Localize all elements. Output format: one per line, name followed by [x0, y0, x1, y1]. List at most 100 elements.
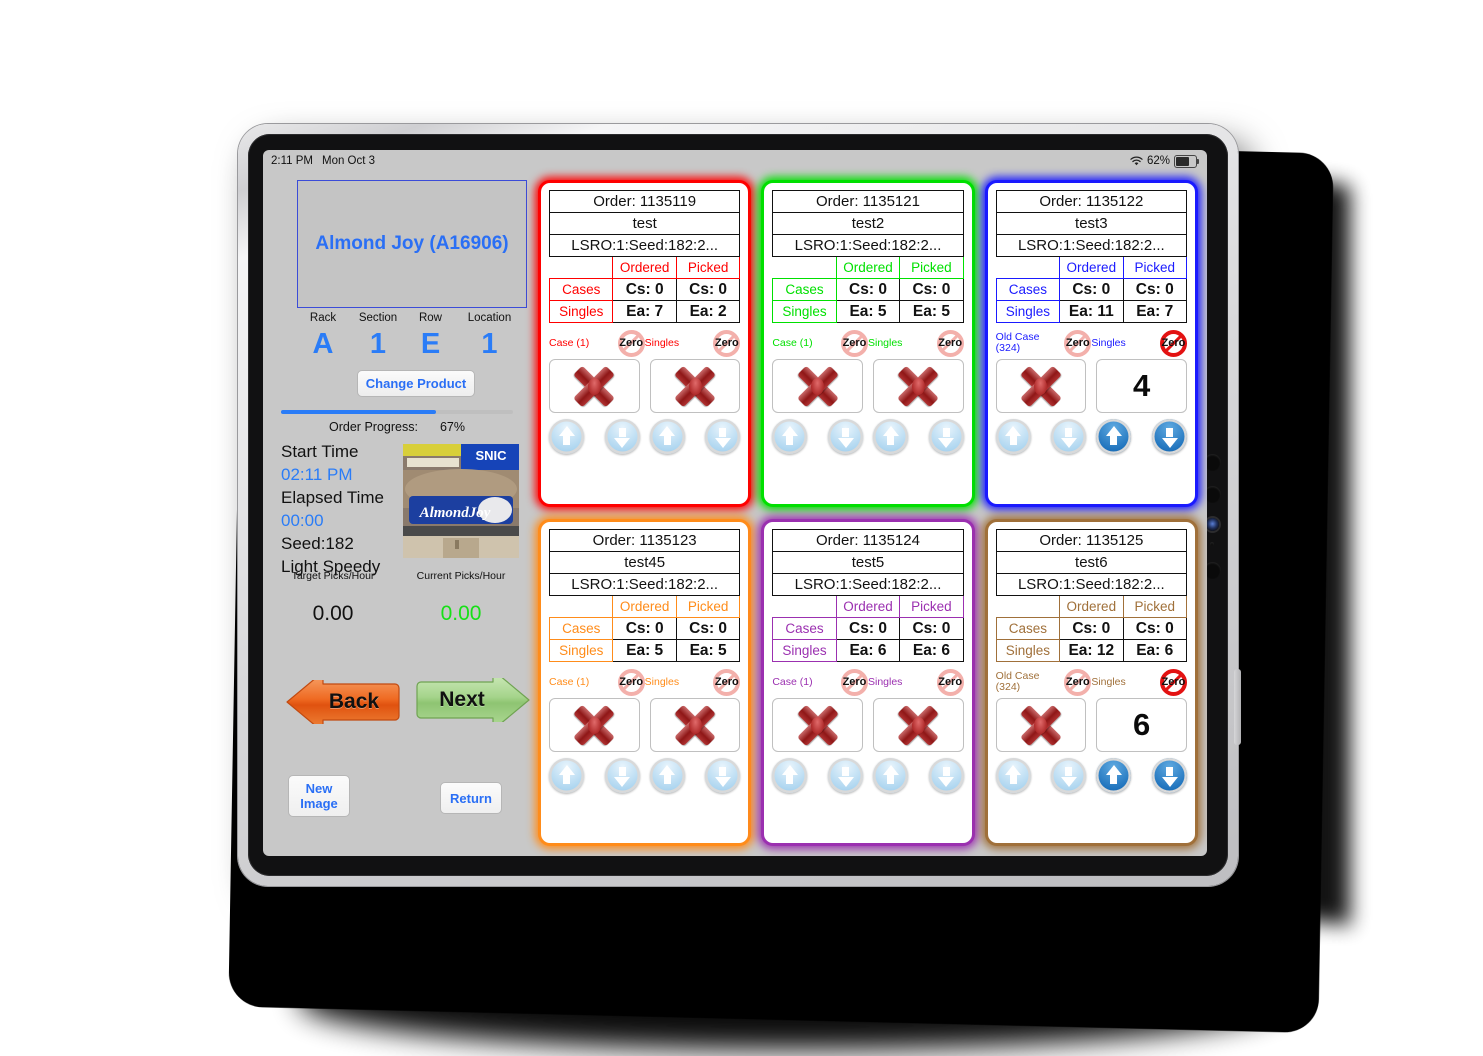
clear-x-icon	[1019, 704, 1063, 746]
row-label-singles: Singles	[995, 300, 1061, 323]
product-info-panel: Almond Joy (A16906) Rack Section Row Loc…	[263, 172, 531, 856]
stepper-down-button[interactable]	[828, 758, 863, 793]
stepper-down-button[interactable]	[604, 419, 640, 454]
stepper-up-button[interactable]	[649, 419, 685, 454]
case-quantity-box[interactable]	[549, 359, 640, 413]
header-ordered: Ordered	[1059, 595, 1124, 618]
location-values: A 1 E 1	[297, 328, 525, 361]
singles-zero-button[interactable]: Zero	[1159, 668, 1187, 696]
back-button[interactable]: Back	[283, 680, 403, 724]
wifi-icon	[1130, 156, 1143, 166]
singles-quantity-box[interactable]	[873, 359, 964, 413]
battery-percent: 62%	[1146, 155, 1170, 167]
case-zero-button[interactable]: Zero	[617, 329, 645, 357]
stepper-up-button[interactable]	[995, 758, 1031, 793]
stepper-down-button[interactable]	[1051, 419, 1087, 454]
singles-picked-value: Ea: 5	[675, 639, 741, 662]
next-button[interactable]: Next	[415, 678, 533, 722]
case-steppers	[772, 419, 863, 454]
singles-zero-button[interactable]: Zero	[713, 668, 741, 696]
stepper-up-button[interactable]	[549, 758, 584, 793]
location-value-row: E	[420, 328, 441, 360]
quantity-row: 4	[995, 359, 1187, 413]
stepper-up-button[interactable]	[1096, 419, 1132, 454]
singles-quantity-box[interactable]: 4	[1096, 359, 1187, 413]
location-header-location: Location	[467, 312, 512, 324]
row-label-cases: Cases	[548, 278, 614, 301]
case-quantity-box[interactable]	[772, 359, 863, 413]
singles-zero-button[interactable]: Zero	[1159, 329, 1187, 357]
stepper-down-button[interactable]	[705, 758, 741, 793]
singles-control-label: Singles	[1091, 675, 1126, 688]
elapsed-time-label: Elapsed Time	[281, 488, 384, 507]
case-quantity-box[interactable]	[549, 698, 640, 752]
cases-ordered-value: Cs: 0	[835, 617, 901, 640]
location-value-location: 1	[481, 328, 498, 360]
stepper-down-button[interactable]	[705, 419, 741, 454]
case-quantity-box[interactable]	[995, 359, 1087, 413]
case-steppers	[772, 758, 863, 793]
change-product-button[interactable]: Change Product	[357, 370, 475, 397]
row-label-singles: Singles	[772, 639, 837, 662]
stepper-up-button[interactable]	[873, 419, 908, 454]
singles-quantity-box[interactable]	[649, 359, 741, 413]
case-zero-button[interactable]: Zero	[1064, 329, 1092, 357]
svg-text:SNIC: SNIC	[475, 448, 507, 463]
stepper-up-button[interactable]	[1096, 758, 1132, 793]
singles-steppers	[649, 758, 741, 793]
quantity-row	[772, 359, 964, 413]
table-corner-blank	[996, 596, 1059, 618]
stepper-up-button[interactable]	[649, 758, 685, 793]
singles-quantity-box[interactable]: 6	[1096, 698, 1187, 752]
table-corner-blank	[996, 257, 1059, 279]
table-corner-blank	[773, 596, 836, 618]
case-quantity-box[interactable]	[772, 698, 863, 752]
stepper-row	[995, 758, 1187, 793]
header-picked: Picked	[1122, 595, 1187, 618]
stepper-down-button[interactable]	[928, 758, 964, 793]
singles-steppers	[873, 758, 964, 793]
power-button[interactable]	[1234, 669, 1241, 745]
singles-control-label: Singles	[1091, 336, 1126, 349]
case-quantity-box[interactable]	[995, 698, 1087, 752]
singles-ordered-value: Ea: 11	[1059, 300, 1124, 323]
cases-picked-value: Cs: 0	[675, 617, 741, 640]
location-header-rack: Rack	[309, 312, 337, 324]
singles-ordered-value: Ea: 7	[612, 300, 677, 323]
row-label-singles: Singles	[995, 639, 1061, 662]
stepper-down-button[interactable]	[1152, 419, 1187, 454]
singles-quantity-box[interactable]	[873, 698, 964, 752]
new-image-label-line1: New	[305, 781, 333, 796]
stepper-down-button[interactable]	[1152, 758, 1187, 793]
stepper-down-button[interactable]	[1051, 758, 1087, 793]
stepper-down-button[interactable]	[828, 419, 863, 454]
case-zero-button[interactable]: Zero	[840, 668, 868, 696]
tablet-drop-shadow-bottom	[300, 930, 1280, 1050]
stepper-up-button[interactable]	[995, 419, 1031, 454]
singles-quantity-box[interactable]	[649, 698, 741, 752]
singles-zero-button[interactable]: Zero	[936, 668, 964, 696]
stepper-up-button[interactable]	[772, 758, 808, 793]
time-info-block: Start Time 02:11 PM Elapsed Time 00:00 S…	[281, 440, 411, 578]
case-zero-button[interactable]: Zero	[617, 668, 645, 696]
product-name-box: Almond Joy (A16906)	[297, 180, 527, 308]
stepper-down-button[interactable]	[604, 758, 640, 793]
order-table: Order: 1135125 test6 LSRO:1:Seed:182:2..…	[995, 529, 1187, 662]
case-zero-button[interactable]: Zero	[1064, 668, 1092, 696]
row-label-cases: Cases	[995, 617, 1061, 640]
stepper-up-button[interactable]	[873, 758, 908, 793]
new-image-button[interactable]: New Image	[288, 775, 350, 817]
singles-zero-button[interactable]: Zero	[713, 329, 741, 357]
return-button[interactable]: Return	[440, 782, 502, 814]
singles-ordered-value: Ea: 5	[835, 300, 901, 323]
stepper-up-button[interactable]	[549, 419, 584, 454]
singles-zero-button[interactable]: Zero	[936, 329, 964, 357]
singles-steppers	[1096, 758, 1187, 793]
case-zero-button[interactable]: Zero	[840, 329, 868, 357]
stepper-up-button[interactable]	[772, 419, 808, 454]
stepper-down-button[interactable]	[928, 419, 964, 454]
case-steppers	[549, 419, 640, 454]
header-ordered: Ordered	[612, 256, 677, 279]
singles-control-label: Singles	[644, 675, 680, 688]
cases-ordered-value: Cs: 0	[835, 278, 901, 301]
